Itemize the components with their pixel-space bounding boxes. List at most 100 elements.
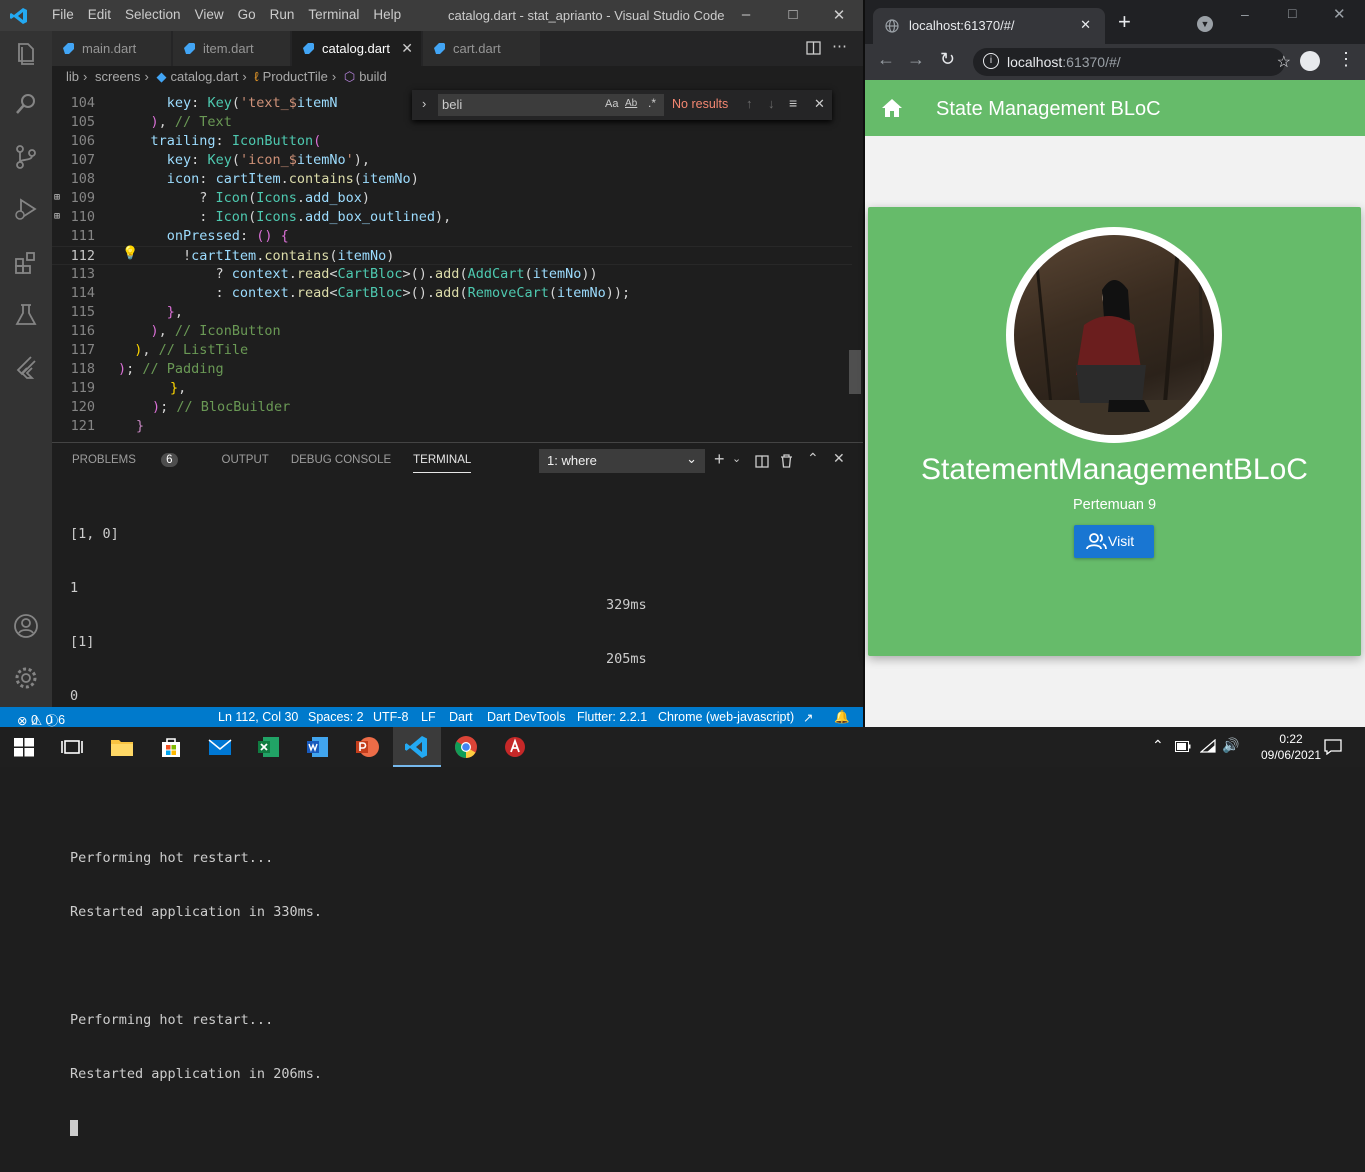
previous-match-icon[interactable]: ↑ (746, 96, 753, 111)
address-bar[interactable]: i localhost:61370/#/ ☆ (973, 48, 1291, 76)
breadcrumb-class[interactable]: ProductTile (263, 69, 328, 84)
encoding[interactable]: UTF-8 (373, 710, 408, 724)
flutter-version[interactable]: Flutter: 2.2.1 (577, 710, 647, 724)
excel-icon[interactable] (257, 735, 281, 759)
regex-icon[interactable]: .* (648, 96, 656, 110)
tab-output[interactable]: OUTPUT (222, 454, 269, 473)
action-center-icon[interactable] (1324, 739, 1342, 755)
microsoft-store-icon[interactable] (159, 735, 183, 759)
bookmark-star-icon[interactable]: ☆ (1277, 52, 1291, 72)
breadcrumb-screens[interactable]: screens (95, 69, 141, 84)
show-hidden-icons-icon[interactable]: ⌃ (1152, 737, 1164, 754)
tab-terminal[interactable]: TERMINAL (413, 454, 472, 473)
tab-catalog-dart[interactable]: catalog.dart ✕ (292, 31, 422, 66)
dart-devtools[interactable]: Dart DevTools (487, 710, 566, 724)
split-terminal-icon[interactable] (755, 455, 769, 468)
find-in-selection-icon[interactable]: ≡ (789, 95, 797, 111)
editor-scrollbar[interactable] (849, 350, 861, 394)
fold-icon[interactable]: ⊞ (54, 192, 60, 203)
toggle-replace-icon[interactable]: › (422, 96, 426, 111)
menu-go[interactable]: Go (231, 7, 263, 22)
menu-view[interactable]: View (188, 7, 231, 22)
lightbulb-icon[interactable]: 💡 (122, 246, 138, 261)
close-find-icon[interactable]: ✕ (814, 96, 825, 112)
next-match-icon[interactable]: ↓ (768, 96, 775, 111)
breadcrumb-file[interactable]: catalog.dart (170, 69, 238, 84)
reload-icon[interactable]: ↻ (940, 49, 955, 70)
file-explorer-icon[interactable] (110, 735, 134, 759)
live-share-icon[interactable]: ↗ (803, 710, 813, 725)
tab-item-dart[interactable]: item.dart (173, 31, 291, 66)
menu-file[interactable]: File (45, 7, 81, 22)
minimize-icon[interactable]: – (1241, 6, 1249, 22)
menu-help[interactable]: Help (366, 7, 408, 22)
account-icon[interactable] (13, 613, 39, 639)
tab-cart-dart[interactable]: cart.dart (423, 31, 541, 66)
code-editor[interactable]: 104 key: Key('text_$itemN 105 ), // Text… (52, 88, 863, 442)
powerpoint-icon[interactable] (355, 735, 379, 759)
close-icon[interactable]: ✕ (1333, 5, 1346, 23)
terminal-output[interactable]: [1, 0] 1 [1] 0 [] ​ Performing hot resta… (70, 489, 322, 1172)
whole-word-icon[interactable]: Ab (625, 98, 637, 109)
maximize-icon[interactable]: □ (783, 6, 803, 23)
wifi-icon[interactable] (1200, 739, 1216, 753)
notifications-bell-icon[interactable]: 🔔 (834, 710, 850, 725)
maximize-panel-icon[interactable]: ⌃ (807, 450, 819, 467)
more-actions-icon[interactable]: ⋯ (832, 37, 847, 55)
chevron-down-icon[interactable]: ⌄ (732, 452, 741, 465)
indentation[interactable]: Spaces: 2 (308, 710, 364, 724)
tab-debug-console[interactable]: DEBUG CONSOLE (291, 454, 391, 473)
cursor-position[interactable]: Ln 112, Col 30 (218, 710, 298, 724)
windows-start-icon[interactable] (12, 735, 36, 759)
breadcrumb-method[interactable]: build (359, 69, 386, 84)
profile-avatar-icon[interactable] (1300, 51, 1320, 71)
close-icon[interactable]: ✕ (829, 6, 849, 24)
close-panel-icon[interactable]: ✕ (833, 450, 845, 467)
end-of-line[interactable]: LF (421, 710, 436, 724)
battery-icon[interactable] (1175, 741, 1191, 752)
menu-run[interactable]: Run (263, 7, 302, 22)
device[interactable]: Chrome (web-javascript) (658, 710, 794, 724)
split-editor-icon[interactable] (806, 41, 821, 55)
word-icon[interactable] (306, 735, 330, 759)
visit-button[interactable]: Visit (1074, 525, 1154, 558)
menu-terminal[interactable]: Terminal (301, 7, 366, 22)
tab-search-icon[interactable]: ▼ (1197, 16, 1213, 32)
close-tab-icon[interactable]: ✕ (401, 40, 413, 57)
back-icon[interactable]: ← (877, 49, 895, 70)
menu-selection[interactable]: Selection (118, 7, 188, 22)
chrome-taskbar-icon[interactable] (454, 735, 478, 759)
info-icon[interactable]: i (983, 53, 999, 69)
language-mode[interactable]: Dart (449, 710, 473, 724)
flutter-icon[interactable] (13, 354, 39, 380)
maximize-icon[interactable]: □ (1288, 5, 1296, 21)
task-view-icon[interactable] (60, 735, 84, 759)
mail-icon[interactable] (208, 735, 232, 759)
menu-edit[interactable]: Edit (81, 7, 118, 22)
testing-icon[interactable] (13, 302, 39, 328)
home-icon[interactable] (882, 99, 902, 117)
forward-icon[interactable]: → (907, 49, 925, 70)
search-icon[interactable] (13, 91, 39, 117)
terminal-select[interactable]: 1: where ⌄ (539, 449, 705, 473)
chrome-menu-icon[interactable]: ⋮ (1337, 49, 1355, 70)
tab-main-dart[interactable]: main.dart (52, 31, 172, 66)
minimize-icon[interactable]: – (736, 6, 756, 23)
settings-gear-icon[interactable] (13, 665, 39, 691)
browser-tab[interactable]: localhost:61370/#/ ✕ (873, 8, 1105, 44)
new-terminal-icon[interactable]: + (714, 449, 725, 470)
volume-icon[interactable]: 🔊 (1222, 737, 1239, 754)
new-tab-icon[interactable]: + (1118, 11, 1131, 33)
match-case-icon[interactable]: Aa (605, 98, 618, 110)
extensions-icon[interactable] (13, 250, 39, 276)
vscode-taskbar-icon[interactable] (405, 735, 429, 759)
breadcrumb-lib[interactable]: lib (66, 69, 79, 84)
taskbar-clock[interactable]: 0:22 09/06/2021 (1261, 731, 1321, 763)
tab-problems[interactable]: PROBLEMS 6 (72, 453, 200, 473)
fold-icon[interactable]: ⊞ (54, 211, 60, 222)
source-control-icon[interactable] (13, 144, 39, 170)
run-debug-icon[interactable] (13, 196, 39, 222)
close-tab-icon[interactable]: ✕ (1080, 17, 1091, 33)
trash-icon[interactable] (780, 454, 793, 468)
android-studio-icon[interactable] (503, 735, 527, 759)
